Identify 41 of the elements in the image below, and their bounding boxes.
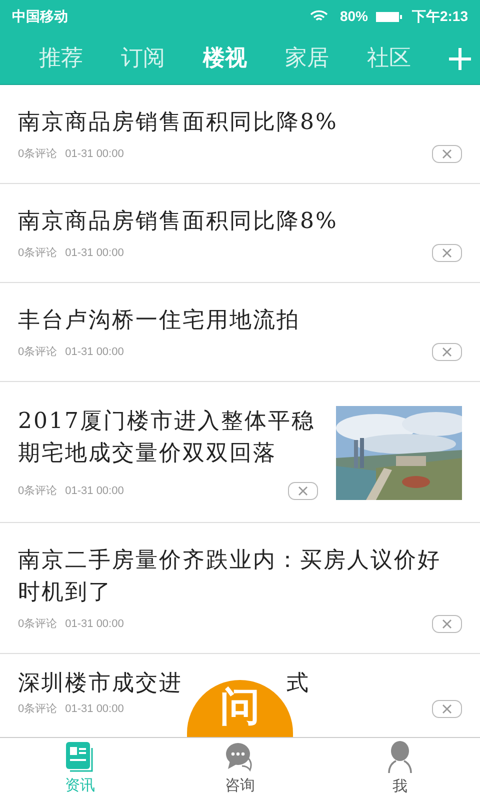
publish-time: 01-31 00:00 (65, 146, 124, 162)
close-icon (442, 619, 452, 629)
add-icon[interactable] (448, 46, 472, 70)
comment-count: 0条评论 (18, 246, 58, 261)
person-icon (387, 740, 413, 773)
publish-time: 01-31 00:00 (65, 246, 124, 261)
dismiss-button[interactable] (432, 615, 462, 633)
carrier-name: 中国移动 (12, 7, 68, 26)
publish-time: 01-31 00:00 (65, 702, 124, 717)
dismiss-button[interactable] (432, 244, 462, 262)
comment-count: 0条评论 (18, 702, 58, 717)
dismiss-button[interactable] (432, 343, 462, 361)
wifi-icon (310, 10, 328, 23)
clock-time: 下午2:13 (412, 7, 468, 26)
close-icon (442, 248, 452, 258)
news-title[interactable]: 南京商品房销售面积同比降8% (18, 206, 462, 238)
close-icon (442, 347, 452, 357)
publish-time: 01-31 00:00 (65, 484, 124, 499)
bottom-nav-item[interactable]: 咨询 (160, 738, 320, 800)
close-icon (298, 486, 308, 496)
publish-time: 01-31 00:00 (65, 616, 124, 632)
news-title[interactable]: 南京商品房销售面积同比降8% (18, 107, 462, 139)
news-title[interactable]: 2017厦门楼市进入整体平稳期宅地成交量价双双回落 (18, 406, 318, 470)
battery-icon (376, 12, 402, 22)
close-icon (442, 149, 452, 159)
comment-count: 0条评论 (18, 344, 58, 360)
battery-percent: 80% (340, 7, 368, 26)
comment-count: 0条评论 (18, 616, 58, 632)
dismiss-button[interactable] (432, 145, 462, 163)
close-icon (442, 704, 452, 714)
dismiss-button[interactable] (432, 700, 462, 718)
bottom-nav-item[interactable]: 我 (320, 738, 480, 800)
dismiss-button[interactable] (288, 482, 318, 500)
news-title[interactable]: 南京二手房量价齐跌业内：买房人议价好时机到了 (18, 545, 462, 609)
publish-time: 01-31 00:00 (65, 344, 124, 360)
comment-count: 0条评论 (18, 484, 58, 499)
chat-bubble-icon (226, 742, 254, 772)
news-title[interactable]: 丰台卢沟桥一住宅用地流拍 (18, 305, 462, 337)
comment-count: 0条评论 (18, 146, 58, 162)
newspaper-icon (66, 742, 94, 772)
news-title[interactable]: 深圳楼市成交进 (18, 670, 182, 698)
